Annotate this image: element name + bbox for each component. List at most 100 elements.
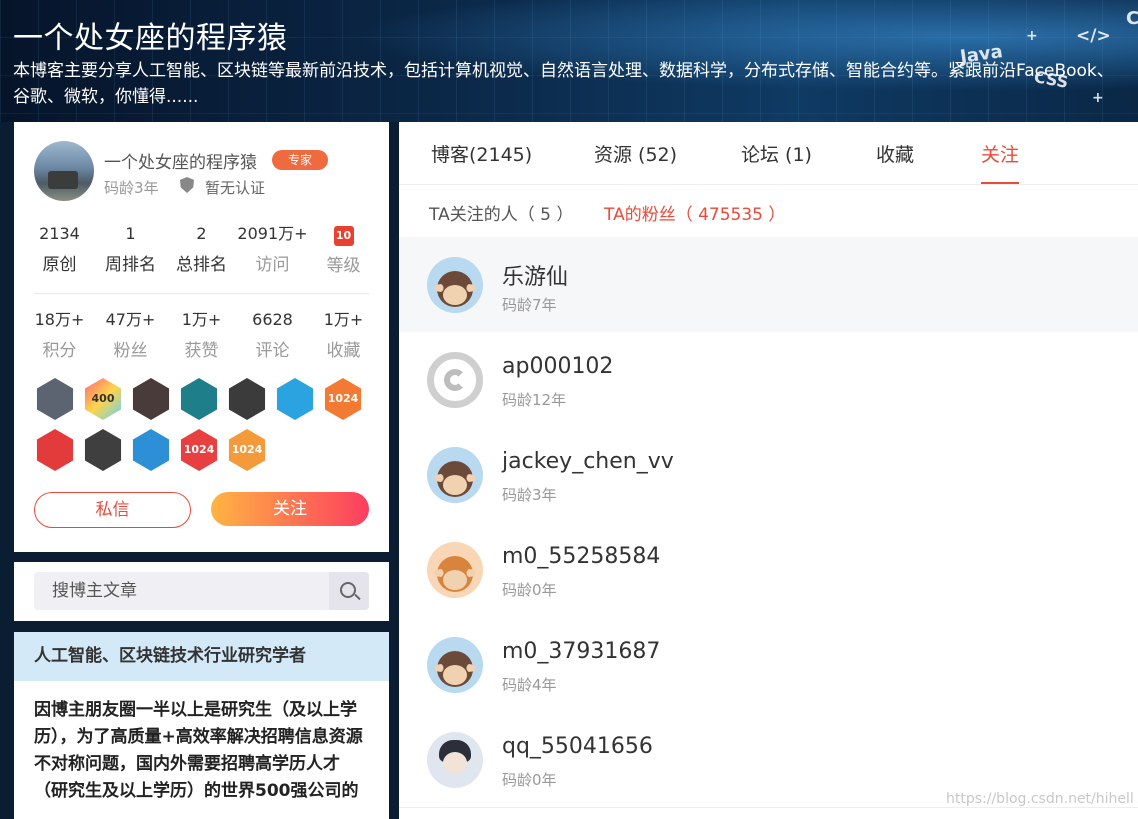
- stat-weekly-rank[interactable]: 1 周排名: [95, 223, 166, 277]
- stat-original[interactable]: 2134 原创: [24, 223, 95, 277]
- blog-description: 本博客主要分享人工智能、区块链等最新前沿技术，包括计算机视觉、自然语言处理、数据…: [13, 61, 1114, 107]
- subtab-following[interactable]: TA关注的人（ 5 ）: [429, 200, 573, 225]
- user-code-age: 码龄0年: [502, 581, 557, 599]
- stat-label: 收藏: [326, 341, 361, 361]
- certification-status: 暂无认证: [205, 179, 266, 197]
- list-item[interactable]: jackey_chen_vv 码龄3年: [399, 427, 1138, 523]
- 1024-red-badge-icon[interactable]: 1024: [180, 429, 218, 471]
- star2-badge-icon[interactable]: [132, 429, 170, 471]
- list-item[interactable]: 乐游仙 码龄7年: [399, 237, 1138, 333]
- user-avatar[interactable]: [427, 732, 483, 788]
- user-name[interactable]: ap000102: [502, 354, 613, 379]
- subtab-fans[interactable]: TA的粉丝（ 475535 ）: [604, 200, 785, 225]
- stat-label: 粉丝: [113, 341, 148, 361]
- watermark: https://blog.csdn.net/hihell: [946, 791, 1134, 807]
- stat-label: 等级: [326, 256, 361, 276]
- search-input[interactable]: [34, 572, 324, 610]
- stats-row-primary: 2134 原创 1 周排名 2 总排名 2091万+ 访问 10 等级: [24, 223, 379, 277]
- message-button[interactable]: 私信: [34, 492, 191, 528]
- user-code-age: 码龄3年: [502, 486, 557, 504]
- stat-value: 2: [196, 224, 207, 243]
- stat-label: 周排名: [105, 255, 156, 275]
- stat-value: 2134: [39, 224, 80, 243]
- author-avatar[interactable]: [34, 141, 94, 201]
- author-code-age: 码龄3年: [104, 179, 159, 197]
- user-code-age: 码龄7年: [502, 296, 557, 314]
- stat-label: 原创: [42, 255, 77, 275]
- about-card: 人工智能、区块链技术行业研究学者 因博主朋友圈一半以上是研究生（及以上学历），为…: [14, 632, 389, 819]
- 1024-badge-icon[interactable]: 1024: [324, 378, 362, 420]
- list-item[interactable]: m0_37931687 码龄4年: [399, 617, 1138, 713]
- code-tag-decoration: </>: [1076, 26, 1111, 46]
- stat-level[interactable]: 10 等级: [308, 223, 379, 277]
- about-body: 因博主朋友圈一半以上是研究生（及以上学历），为了高质量+高效率解决招聘信息资源不…: [34, 700, 363, 801]
- main-panel: 博客(2145) 资源 (52) 论坛 (1) 收藏 关注 TA关注的人（ 5 …: [399, 122, 1138, 819]
- user-name[interactable]: m0_55258584: [502, 544, 660, 569]
- pen-badge-icon[interactable]: [36, 429, 74, 471]
- medal-badge-icon[interactable]: [84, 429, 122, 471]
- list-item[interactable]: m0_55258584 码龄0年: [399, 522, 1138, 618]
- blog-title[interactable]: 一个处女座的程序猿: [13, 13, 288, 57]
- user-code-age: 码龄12年: [502, 391, 567, 409]
- user-code-age: 码龄4年: [502, 676, 557, 694]
- stat-value: 2091万+: [237, 224, 308, 243]
- user-avatar[interactable]: [427, 257, 483, 313]
- stat-comments: 6628 评论: [237, 309, 308, 362]
- stats-row-secondary: 18万+ 积分 47万+ 粉丝 1万+ 获赞 6628 评论 1万+ 收藏: [24, 309, 379, 362]
- stat-total-rank[interactable]: 2 总排名: [166, 223, 237, 277]
- stat-label: 获赞: [184, 341, 219, 361]
- search-icon[interactable]: [329, 572, 369, 610]
- stat-value: 18万+: [34, 310, 85, 329]
- content-tabs: 博客(2145) 资源 (52) 论坛 (1) 收藏 关注: [399, 122, 1138, 185]
- stat-fans[interactable]: 47万+ 粉丝: [95, 309, 166, 362]
- stat-likes: 1万+ 获赞: [166, 309, 237, 362]
- level-icon: 10: [333, 226, 354, 246]
- c-decoration: C: [1126, 8, 1138, 29]
- stat-value: 47万+: [105, 310, 156, 329]
- tab-forum[interactable]: 论坛 (1): [741, 140, 812, 167]
- user-name[interactable]: qq_55041656: [502, 734, 653, 759]
- search-box: [34, 572, 369, 610]
- github-badge-icon[interactable]: [36, 378, 74, 420]
- user-code-age: 码龄0年: [502, 771, 557, 789]
- 400-badge-icon[interactable]: 400: [84, 378, 122, 420]
- user-name[interactable]: 乐游仙: [502, 259, 568, 291]
- stat-favorites: 1万+ 收藏: [308, 309, 379, 362]
- author-name[interactable]: 一个处女座的程序猿: [104, 148, 257, 173]
- stat-value: 1万+: [181, 310, 222, 329]
- header-banner: Java CSS </> + + C 一个处女座的程序猿 本博客主要分享人工智能…: [0, 0, 1138, 122]
- user-name[interactable]: m0_37931687: [502, 639, 660, 664]
- user-avatar[interactable]: [427, 352, 483, 408]
- profile-card: 一个处女座的程序猿 专家 码龄3年 暂无认证 2134 原创 1 周排名 2 总…: [14, 122, 389, 552]
- list-badge-icon[interactable]: [180, 378, 218, 420]
- stat-value: 6628: [252, 310, 293, 329]
- plus-decoration: +: [1026, 28, 1038, 44]
- user-avatar[interactable]: [427, 637, 483, 693]
- tab-resources[interactable]: 资源 (52): [594, 140, 677, 167]
- follow-button[interactable]: 关注: [211, 492, 369, 526]
- user-avatar[interactable]: [427, 542, 483, 598]
- stat-value: 1: [125, 224, 136, 243]
- stat-label: 评论: [255, 341, 290, 361]
- stats-divider: [34, 293, 369, 294]
- grade-badge-icon[interactable]: [228, 378, 266, 420]
- follow-subtabs: TA关注的人（ 5 ） TA的粉丝（ 475535 ）: [399, 185, 1138, 238]
- 2020-badge-icon[interactable]: [132, 378, 170, 420]
- tab-blog[interactable]: 博客(2145): [431, 140, 532, 167]
- stat-points: 18万+ 积分: [24, 309, 95, 362]
- user-avatar[interactable]: [427, 447, 483, 503]
- star-badge-icon[interactable]: [276, 378, 314, 420]
- tab-following[interactable]: 关注: [981, 140, 1020, 184]
- 1024-orange-badge-icon[interactable]: 1024: [228, 429, 266, 471]
- stat-label: 总排名: [176, 255, 227, 275]
- about-title: 人工智能、区块链技术行业研究学者: [14, 632, 389, 681]
- stat-label: 访问: [255, 255, 290, 275]
- shield-icon: [180, 177, 194, 193]
- stat-value: 1万+: [323, 310, 364, 329]
- user-name[interactable]: jackey_chen_vv: [502, 449, 674, 474]
- stat-visits: 2091万+ 访问: [237, 223, 308, 277]
- list-item[interactable]: ap000102 码龄12年: [399, 332, 1138, 428]
- tab-favorites[interactable]: 收藏: [876, 140, 914, 167]
- stat-label: 积分: [42, 341, 77, 361]
- expert-badge: 专家: [272, 150, 328, 170]
